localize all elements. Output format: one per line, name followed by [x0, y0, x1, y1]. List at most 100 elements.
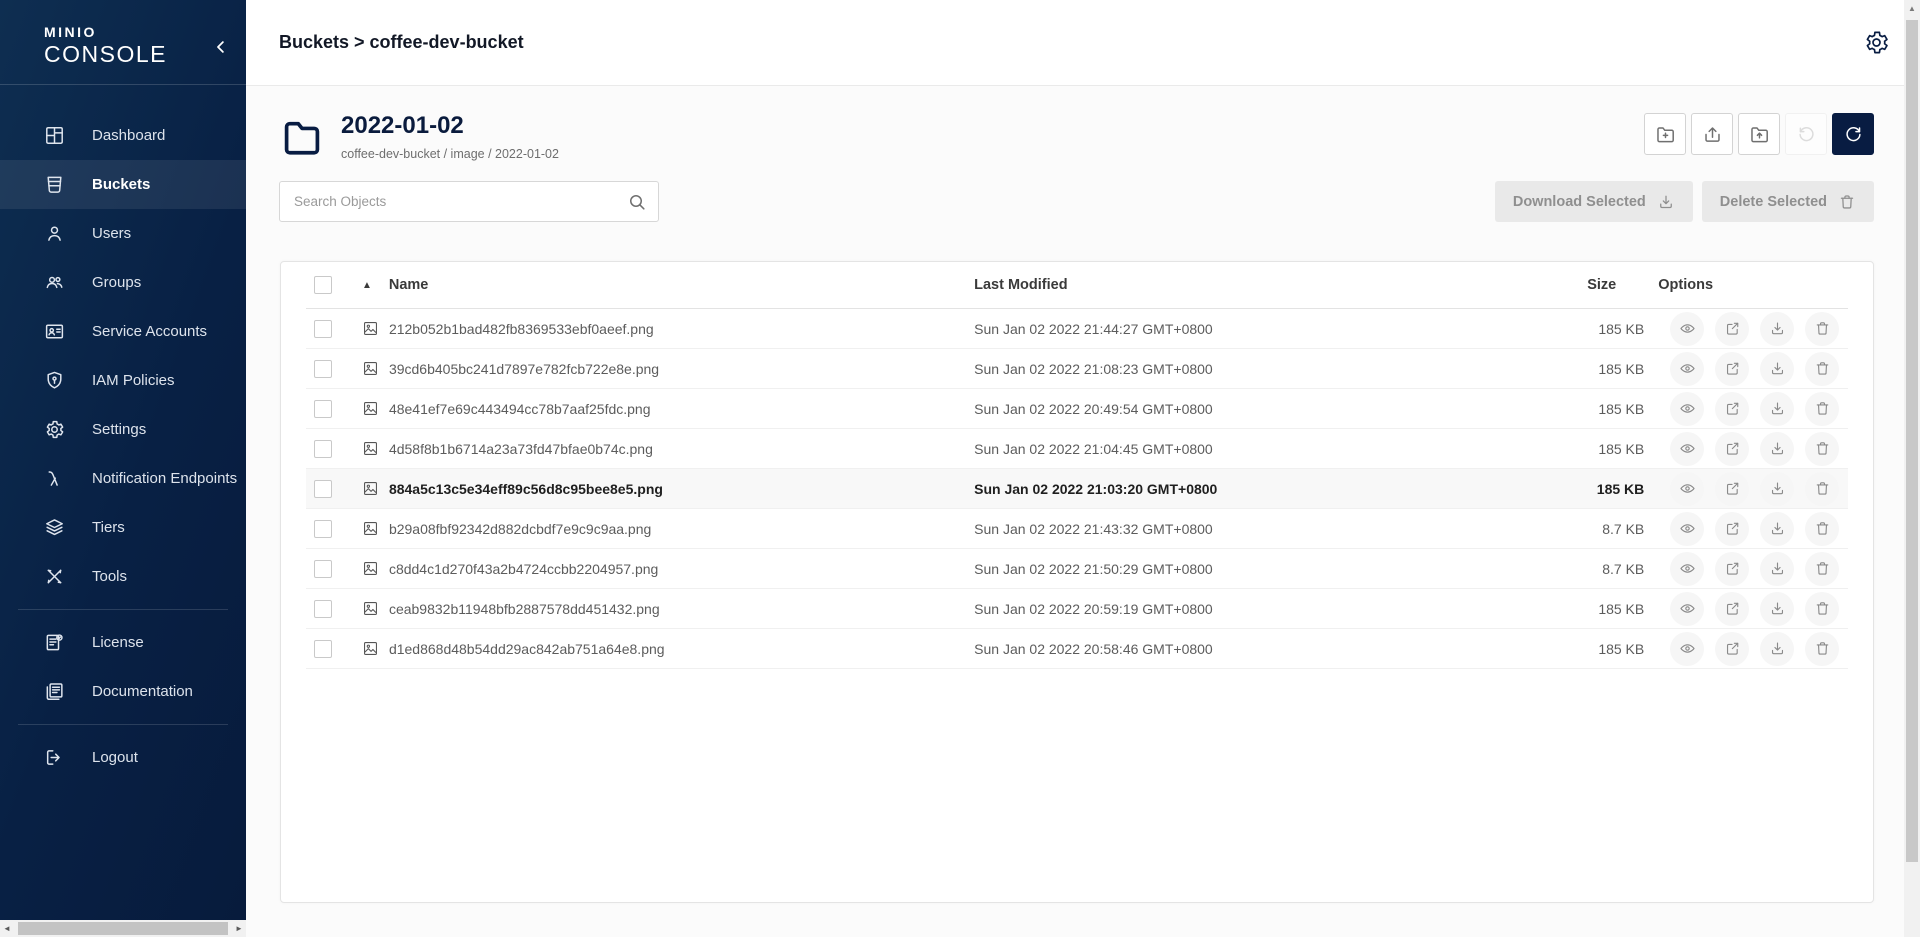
download-object-button[interactable]: [1760, 552, 1794, 586]
vertical-scrollbar-thumb[interactable]: [1906, 20, 1918, 862]
rewind-button[interactable]: [1785, 113, 1827, 155]
object-name[interactable]: b29a08fbf92342d882dcbdf7e9c9c9aa.png: [389, 521, 651, 537]
header-name[interactable]: ▲ Name: [362, 277, 974, 293]
download-object-button[interactable]: [1760, 432, 1794, 466]
delete-object-button[interactable]: [1805, 512, 1839, 546]
download-selected-button[interactable]: Download Selected: [1495, 181, 1693, 222]
sidebar-item-label: Dashboard: [92, 127, 165, 144]
sidebar-item-buckets[interactable]: Buckets: [0, 160, 246, 209]
share-object-button[interactable]: [1715, 472, 1749, 506]
cell-last-modified: Sun Jan 02 2022 20:59:19 GMT+0800: [974, 601, 1504, 617]
preview-object-button[interactable]: [1670, 552, 1704, 586]
sidebar-item-tools[interactable]: Tools: [0, 552, 246, 601]
sidebar-item-dashboard[interactable]: Dashboard: [0, 111, 246, 160]
table-row[interactable]: 39cd6b405bc241d7897e782fcb722e8e.pngSun …: [306, 349, 1848, 389]
delete-object-button[interactable]: [1805, 432, 1839, 466]
sidebar-item-users[interactable]: Users: [0, 209, 246, 258]
delete-object-button[interactable]: [1805, 312, 1839, 346]
delete-object-button[interactable]: [1805, 632, 1839, 666]
delete-selected-button[interactable]: Delete Selected: [1702, 181, 1874, 222]
breadcrumb[interactable]: Buckets > coffee-dev-bucket: [279, 32, 524, 53]
object-name[interactable]: 39cd6b405bc241d7897e782fcb722e8e.png: [389, 361, 659, 377]
image-file-icon: [362, 640, 379, 657]
table-row[interactable]: 212b052b1bad482fb8369533ebf0aeef.pngSun …: [306, 309, 1848, 349]
object-name[interactable]: 4d58f8b1b6714a23a73fd47bfae0b74c.png: [389, 441, 653, 457]
sidebar-item-notification-endpoints[interactable]: Notification Endpoints: [0, 454, 246, 503]
object-name[interactable]: ceab9832b11948bfb2887578dd451432.png: [389, 601, 660, 617]
sidebar-item-settings[interactable]: Settings: [0, 405, 246, 454]
object-name[interactable]: 212b052b1bad482fb8369533ebf0aeef.png: [389, 321, 654, 337]
preview-object-button[interactable]: [1670, 392, 1704, 426]
row-checkbox[interactable]: [314, 560, 332, 578]
sidebar-item-service-accounts[interactable]: Service Accounts: [0, 307, 246, 356]
object-name[interactable]: 48e41ef7e69c443494cc78b7aaf25fdc.png: [389, 401, 651, 417]
row-checkbox[interactable]: [314, 520, 332, 538]
row-checkbox[interactable]: [314, 440, 332, 458]
sidebar-item-groups[interactable]: Groups: [0, 258, 246, 307]
table-row[interactable]: 4d58f8b1b6714a23a73fd47bfae0b74c.pngSun …: [306, 429, 1848, 469]
preview-object-button[interactable]: [1670, 312, 1704, 346]
preview-object-button[interactable]: [1670, 352, 1704, 386]
row-checkbox[interactable]: [314, 600, 332, 618]
object-name[interactable]: d1ed868d48b54dd29ac842ab751a64e8.png: [389, 641, 665, 657]
share-object-button[interactable]: [1715, 552, 1749, 586]
vertical-scrollbar[interactable]: ▲: [1904, 0, 1920, 937]
scroll-left-arrow-icon[interactable]: ◄: [0, 920, 14, 937]
row-checkbox[interactable]: [314, 360, 332, 378]
download-object-button[interactable]: [1760, 392, 1794, 426]
share-object-button[interactable]: [1715, 392, 1749, 426]
search-input[interactable]: [280, 182, 658, 221]
share-object-button[interactable]: [1715, 512, 1749, 546]
refresh-button[interactable]: [1832, 113, 1874, 155]
download-object-button[interactable]: [1760, 512, 1794, 546]
table-row[interactable]: d1ed868d48b54dd29ac842ab751a64e8.pngSun …: [306, 629, 1848, 669]
horizontal-scrollbar-thumb[interactable]: [18, 922, 228, 935]
table-row[interactable]: b29a08fbf92342d882dcbdf7e9c9c9aa.pngSun …: [306, 509, 1848, 549]
share-object-button[interactable]: [1715, 432, 1749, 466]
share-object-button[interactable]: [1715, 632, 1749, 666]
horizontal-scrollbar[interactable]: ◄ ►: [0, 920, 246, 937]
download-object-button[interactable]: [1760, 352, 1794, 386]
download-object-button[interactable]: [1760, 312, 1794, 346]
new-path-button[interactable]: [1644, 113, 1686, 155]
upload-folder-button[interactable]: [1738, 113, 1780, 155]
sidebar-item-documentation[interactable]: Documentation: [0, 667, 246, 716]
share-object-button[interactable]: [1715, 312, 1749, 346]
select-all-checkbox[interactable]: [314, 276, 332, 294]
delete-object-button[interactable]: [1805, 392, 1839, 426]
share-object-button[interactable]: [1715, 592, 1749, 626]
sidebar-collapse-icon[interactable]: [212, 38, 230, 56]
table-row[interactable]: ceab9832b11948bfb2887578dd451432.png Sun …: [306, 589, 1848, 629]
preview-object-button[interactable]: [1670, 592, 1704, 626]
settings-gear-icon[interactable]: [1863, 29, 1890, 56]
download-object-button[interactable]: [1760, 472, 1794, 506]
row-checkbox[interactable]: [314, 480, 332, 498]
preview-object-button[interactable]: [1670, 432, 1704, 466]
row-checkbox[interactable]: [314, 320, 332, 338]
tools-icon: [44, 566, 65, 587]
delete-object-button[interactable]: [1805, 592, 1839, 626]
download-object-button[interactable]: [1760, 632, 1794, 666]
object-name[interactable]: 884a5c13c5e34eff89c56d8c95bee8e5.png: [389, 481, 663, 497]
preview-object-button[interactable]: [1670, 632, 1704, 666]
sidebar-item-logout[interactable]: Logout: [0, 733, 246, 782]
scroll-right-arrow-icon[interactable]: ►: [232, 920, 246, 937]
table-row[interactable]: c8dd4c1d270f43a2b4724ccbb2204957.pngSun …: [306, 549, 1848, 589]
delete-object-button[interactable]: [1805, 552, 1839, 586]
upload-file-button[interactable]: [1691, 113, 1733, 155]
sidebar-item-license[interactable]: License: [0, 618, 246, 667]
share-object-button[interactable]: [1715, 352, 1749, 386]
sidebar-item-iam-policies[interactable]: IAM Policies: [0, 356, 246, 405]
delete-object-button[interactable]: [1805, 472, 1839, 506]
object-name[interactable]: c8dd4c1d270f43a2b4724ccbb2204957.png: [389, 561, 658, 577]
scroll-up-arrow-icon[interactable]: ▲: [1904, 0, 1920, 16]
download-object-button[interactable]: [1760, 592, 1794, 626]
row-checkbox[interactable]: [314, 400, 332, 418]
table-row[interactable]: 884a5c13c5e34eff89c56d8c95bee8e5.pngSun …: [306, 469, 1848, 509]
delete-object-button[interactable]: [1805, 352, 1839, 386]
sidebar-item-tiers[interactable]: Tiers: [0, 503, 246, 552]
preview-object-button[interactable]: [1670, 512, 1704, 546]
table-row[interactable]: 48e41ef7e69c443494cc78b7aaf25fdc.pngSun …: [306, 389, 1848, 429]
preview-object-button[interactable]: [1670, 472, 1704, 506]
row-checkbox[interactable]: [314, 640, 332, 658]
